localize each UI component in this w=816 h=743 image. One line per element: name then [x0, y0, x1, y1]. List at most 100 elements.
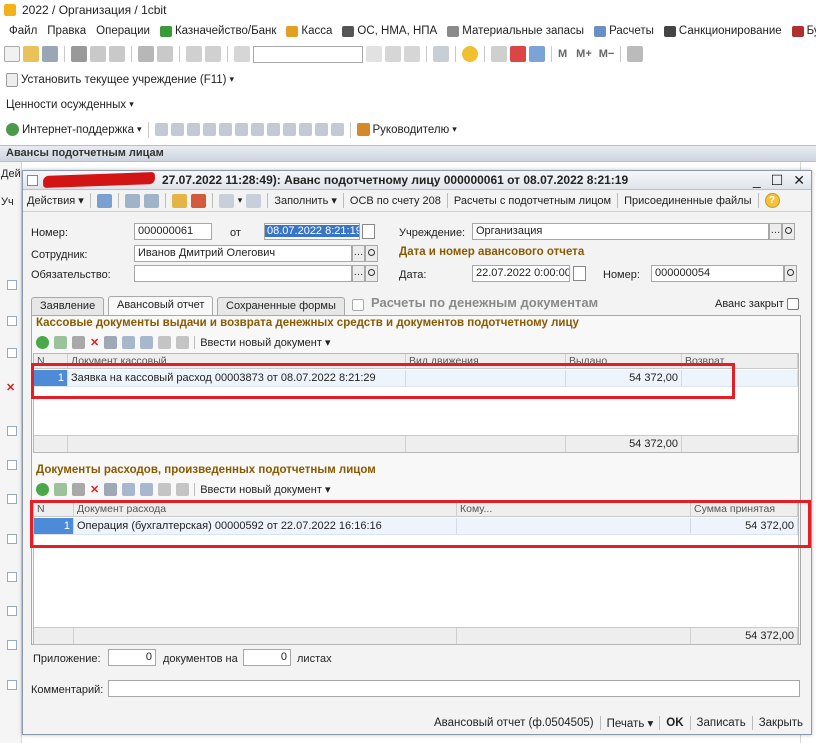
- new-icon[interactable]: [4, 46, 20, 62]
- internet-support-menu[interactable]: Интернет-поддержка: [22, 124, 134, 136]
- info-icon[interactable]: [462, 46, 478, 62]
- end-edit-icon[interactable]: [104, 482, 118, 496]
- redo-icon[interactable]: [205, 46, 221, 62]
- sort-desc-icon[interactable]: [176, 482, 190, 496]
- report-icon[interactable]: [186, 123, 200, 136]
- clear-search-icon[interactable]: [366, 46, 382, 62]
- report-icon[interactable]: [298, 123, 312, 136]
- add-icon[interactable]: [36, 335, 49, 349]
- institution-select-button[interactable]: …: [769, 223, 782, 240]
- memory-plus-button[interactable]: M+: [576, 48, 592, 60]
- move-up-icon[interactable]: [122, 335, 136, 349]
- advance-report-print-button[interactable]: Авансовый отчет (ф.0504505): [434, 717, 594, 729]
- add-icon[interactable]: [36, 482, 49, 496]
- menu-settlements[interactable]: Расчеты: [589, 25, 659, 37]
- users-report-icon[interactable]: [218, 123, 232, 136]
- report-number-input[interactable]: 000000054: [651, 265, 784, 282]
- based-on-icon[interactable]: [171, 193, 187, 208]
- menu-edit[interactable]: Правка: [42, 25, 91, 37]
- move-down-icon[interactable]: [140, 335, 154, 349]
- undo-icon[interactable]: [186, 46, 202, 62]
- search-input[interactable]: [253, 45, 363, 63]
- calendar-icon[interactable]: [510, 46, 526, 62]
- set-institution-button[interactable]: Установить текущее учреждение (F11): [21, 74, 227, 86]
- report-icon[interactable]: [234, 123, 248, 136]
- window-titlebar[interactable]: 27.07.2022 11:28:49): Аванс подотчетному…: [23, 171, 811, 190]
- ok-button[interactable]: OK: [666, 717, 683, 729]
- menu-operations[interactable]: Операции: [91, 25, 155, 37]
- calendar-icon[interactable]: [573, 266, 586, 281]
- tab-money-docs[interactable]: Расчеты по денежным документам: [371, 295, 598, 310]
- report-icon[interactable]: [266, 123, 280, 136]
- table-icon[interactable]: [330, 123, 344, 136]
- obligation-select-button[interactable]: …: [352, 265, 365, 282]
- manager-menu[interactable]: Руководителю: [373, 124, 450, 136]
- actions-menu[interactable]: Действия ▾: [27, 194, 84, 207]
- save-doc-icon[interactable]: [124, 193, 140, 208]
- menu-sanction[interactable]: Санкционирование: [659, 25, 787, 37]
- cut-icon[interactable]: [71, 46, 87, 62]
- employee-select-button[interactable]: …: [352, 245, 365, 262]
- end-edit-icon[interactable]: [104, 335, 118, 349]
- save-button[interactable]: Записать: [697, 717, 746, 729]
- memory-m-button[interactable]: M: [558, 48, 567, 60]
- advance-closed-checkbox[interactable]: [787, 298, 799, 310]
- attachment-sheets-input[interactable]: 0: [243, 649, 291, 666]
- move-up-icon[interactable]: [122, 482, 136, 496]
- money-docs-checkbox[interactable]: [352, 299, 364, 311]
- tab-advance-report[interactable]: Авансовый отчет: [108, 296, 214, 315]
- menu-file[interactable]: Файл: [4, 25, 42, 37]
- report-number-search-icon[interactable]: [784, 265, 797, 282]
- chevron-down-icon[interactable]: ▾: [137, 124, 142, 135]
- copy-row-icon[interactable]: [54, 335, 67, 349]
- fill-button[interactable]: Заполнить ▾: [274, 194, 337, 207]
- preview-icon[interactable]: [157, 46, 173, 62]
- report-icon[interactable]: [250, 123, 264, 136]
- menu-cash[interactable]: Касса: [281, 25, 337, 37]
- settings-icon[interactable]: [627, 46, 644, 62]
- open-icon[interactable]: [23, 46, 39, 62]
- tab-saved-forms[interactable]: Сохраненные формы: [217, 297, 345, 315]
- edit-icon[interactable]: [72, 335, 85, 349]
- calendar-icon[interactable]: [362, 224, 375, 239]
- employee-search-icon[interactable]: [365, 245, 378, 262]
- delete-icon[interactable]: ✕: [90, 336, 99, 349]
- obligation-search-icon[interactable]: [365, 265, 378, 282]
- chevron-down-icon[interactable]: ▾: [452, 124, 457, 135]
- close-icon[interactable]: ✕: [793, 172, 805, 189]
- valuables-menu[interactable]: Ценности осужденных: [6, 99, 126, 111]
- attachment-docs-input[interactable]: 0: [108, 649, 156, 666]
- institution-search-icon[interactable]: [782, 223, 795, 240]
- help-icon[interactable]: ?: [764, 193, 780, 208]
- chevron-down-icon[interactable]: ▾: [230, 74, 235, 85]
- settlements-button[interactable]: Расчеты с подотчетным лицом: [454, 195, 611, 207]
- institution-input[interactable]: Организация: [472, 223, 769, 240]
- users-report-icon[interactable]: [202, 123, 216, 136]
- attached-files-button[interactable]: Присоединенные файлы: [624, 195, 751, 207]
- report-icon[interactable]: [314, 123, 328, 136]
- chevron-down-icon[interactable]: ▾: [129, 99, 134, 110]
- move-down-icon[interactable]: [140, 482, 154, 496]
- sort-desc-icon[interactable]: [176, 335, 190, 349]
- dt-kt-icon[interactable]: [190, 193, 206, 208]
- chevron-down-icon[interactable]: ▾: [238, 195, 243, 206]
- find-icon[interactable]: [234, 46, 250, 62]
- maximize-icon[interactable]: ☐: [771, 172, 784, 189]
- windows-icon[interactable]: [433, 46, 449, 62]
- find-next-icon[interactable]: [385, 46, 401, 62]
- report-icon[interactable]: [154, 123, 168, 136]
- employee-input[interactable]: Иванов Дмитрий Олегович: [134, 245, 352, 262]
- post-icon[interactable]: [96, 193, 112, 208]
- sort-asc-icon[interactable]: [158, 482, 172, 496]
- report-icon[interactable]: [170, 123, 184, 136]
- refresh-icon[interactable]: [143, 193, 159, 208]
- date-input[interactable]: 08.07.2022 8:21:19: [264, 223, 360, 240]
- menu-accountant[interactable]: Бухгалтер: [787, 25, 816, 37]
- obligation-input[interactable]: [134, 265, 352, 282]
- copy-icon[interactable]: [90, 46, 106, 62]
- users-icon[interactable]: [529, 46, 545, 62]
- minimize-icon[interactable]: _: [753, 172, 761, 189]
- report-date-input[interactable]: 22.07.2022 0:00:00: [472, 265, 570, 282]
- structure-icon[interactable]: [246, 193, 262, 208]
- menu-materials[interactable]: Материальные запасы: [442, 25, 589, 37]
